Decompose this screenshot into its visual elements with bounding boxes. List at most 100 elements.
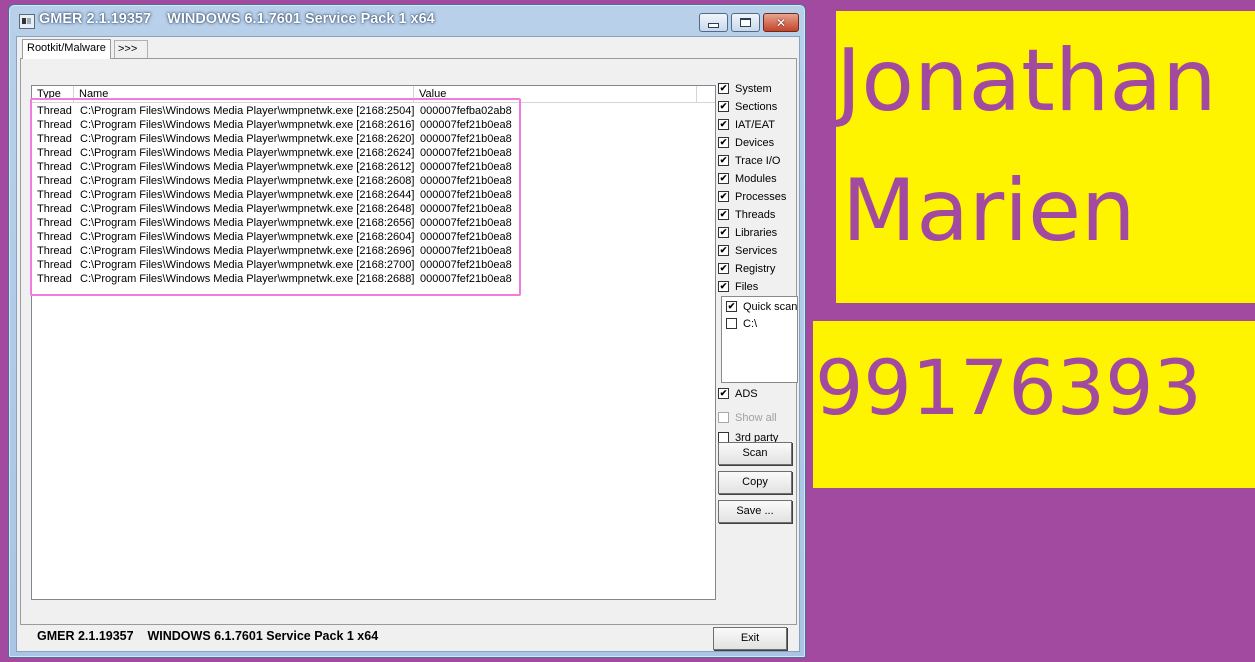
cell-name: C:\Program Files\Windows Media Player\wm… xyxy=(80,231,415,243)
checkbox[interactable]: ✔ xyxy=(726,300,737,312)
cell-value: 000007fef21b0ea8 xyxy=(420,273,512,285)
table-row[interactable]: Thread C:\Program Files\Windows Media Pla… xyxy=(32,160,715,174)
option-registry[interactable]: ✔ Registry xyxy=(718,261,775,277)
checkbox[interactable]: ✔ xyxy=(718,262,729,274)
column-name[interactable]: Name xyxy=(74,86,414,102)
number-panel: 99176393 xyxy=(813,321,1255,488)
checkbox[interactable]: ✔ xyxy=(718,118,729,130)
cell-name: C:\Program Files\Windows Media Player\wm… xyxy=(80,161,415,173)
drive-label: C:\ xyxy=(743,318,758,330)
scan-button[interactable]: Scan xyxy=(718,442,792,465)
checkbox[interactable]: ✔ xyxy=(718,136,729,148)
option-services[interactable]: ✔ Services xyxy=(718,243,777,259)
option-label: Sections xyxy=(735,101,778,113)
drive-item-quick-scan[interactable]: ✔ Quick scan xyxy=(726,299,797,315)
cell-type: Thread xyxy=(37,273,72,285)
checkbox[interactable] xyxy=(726,317,737,329)
option-files[interactable]: ✔ Files xyxy=(718,279,758,295)
option-label: Devices xyxy=(735,137,775,149)
option-libraries[interactable]: ✔ Libraries xyxy=(718,225,777,241)
table-row[interactable]: Thread C:\Program Files\Windows Media Pla… xyxy=(32,230,715,244)
option-iat-eat[interactable]: ✔ IAT/EAT xyxy=(718,117,775,133)
table-row[interactable]: Thread C:\Program Files\Windows Media Pla… xyxy=(32,118,715,132)
cell-value: 000007fef21b0ea8 xyxy=(420,259,512,271)
title-bar[interactable]: GMER 2.1.19357 WINDOWS 6.1.7601 Service … xyxy=(9,5,805,35)
save-button[interactable]: Save ... xyxy=(718,500,792,523)
checkbox[interactable]: ✔ xyxy=(718,280,729,292)
checkbox[interactable] xyxy=(718,431,729,443)
exit-button[interactable]: Exit xyxy=(713,627,787,650)
table-row[interactable]: Thread C:\Program Files\Windows Media Pla… xyxy=(32,188,715,202)
option-label: Files xyxy=(735,281,759,293)
option-system[interactable]: ✔ System xyxy=(718,81,772,97)
list-header: Type Name Value xyxy=(32,86,715,103)
id-number: 99176393 xyxy=(815,343,1202,432)
table-row[interactable]: Thread C:\Program Files\Windows Media Pla… xyxy=(32,258,715,272)
cell-type: Thread xyxy=(37,161,72,173)
checkbox[interactable]: ✔ xyxy=(718,82,729,94)
maximize-icon xyxy=(740,18,751,27)
cell-type: Thread xyxy=(37,231,72,243)
minimize-button[interactable] xyxy=(699,13,728,32)
cell-name: C:\Program Files\Windows Media Player\wm… xyxy=(80,245,415,257)
checkbox[interactable]: ✔ xyxy=(718,226,729,238)
option-threads[interactable]: ✔ Threads xyxy=(718,207,775,223)
cell-value: 000007fef21b0ea8 xyxy=(420,161,512,173)
cell-name: C:\Program Files\Windows Media Player\wm… xyxy=(80,217,415,229)
close-button[interactable]: ✕ xyxy=(763,13,799,32)
checkbox[interactable]: ✔ xyxy=(718,154,729,166)
column-type[interactable]: Type xyxy=(32,86,74,102)
table-row[interactable]: Thread C:\Program Files\Windows Media Pla… xyxy=(32,202,715,216)
cell-name: C:\Program Files\Windows Media Player\wm… xyxy=(80,259,415,271)
checkbox xyxy=(718,411,729,423)
drive-list[interactable]: ✔ Quick scan C:\ xyxy=(721,296,798,383)
cell-value: 000007fef21b0ea8 xyxy=(420,203,512,215)
table-row[interactable]: Thread C:\Program Files\Windows Media Pla… xyxy=(32,272,715,286)
option-label: Registry xyxy=(735,263,776,275)
checkbox[interactable]: ✔ xyxy=(718,100,729,112)
option-sections[interactable]: ✔ Sections xyxy=(718,99,777,115)
list-rows: Thread C:\Program Files\Windows Media Pla… xyxy=(32,104,715,286)
cell-name: C:\Program Files\Windows Media Player\wm… xyxy=(80,119,415,131)
option-processes[interactable]: ✔ Processes xyxy=(718,189,786,205)
table-row[interactable]: Thread C:\Program Files\Windows Media Pla… xyxy=(32,104,715,118)
cell-value: 000007fefba02ab8 xyxy=(420,105,512,117)
option-label: Trace I/O xyxy=(735,155,781,167)
checkbox[interactable]: ✔ xyxy=(718,244,729,256)
drive-item-c[interactable]: C:\ xyxy=(726,316,757,332)
app-icon xyxy=(19,14,35,29)
option-devices[interactable]: ✔ Devices xyxy=(718,135,774,151)
cell-type: Thread xyxy=(37,119,72,131)
cell-value: 000007fef21b0ea8 xyxy=(420,189,512,201)
tab-more[interactable]: >>> xyxy=(114,40,149,58)
results-list[interactable]: Type Name Value Thread C:\Program Files\W… xyxy=(30,85,716,600)
checkbox[interactable]: ✔ xyxy=(718,190,729,202)
table-row[interactable]: Thread C:\Program Files\Windows Media Pla… xyxy=(32,216,715,230)
tab-rootkit-malware[interactable]: Rootkit/Malware xyxy=(22,39,111,59)
minimize-icon xyxy=(708,22,719,28)
maximize-button[interactable] xyxy=(731,13,760,32)
checkbox[interactable]: ✔ xyxy=(718,387,729,399)
status-text: GMER 2.1.19357 WINDOWS 6.1.7601 Service … xyxy=(37,629,379,643)
cell-value: 000007fef21b0ea8 xyxy=(420,147,512,159)
option-modules[interactable]: ✔ Modules xyxy=(718,171,777,187)
close-icon: ✕ xyxy=(775,15,787,30)
first-name: Jonathan xyxy=(836,31,1217,131)
column-value[interactable]: Value xyxy=(414,86,697,102)
option-label: Services xyxy=(735,245,778,257)
checkbox[interactable]: ✔ xyxy=(718,208,729,220)
cell-type: Thread xyxy=(37,259,72,271)
cell-type: Thread xyxy=(37,147,72,159)
cell-value: 000007fef21b0ea8 xyxy=(420,119,512,131)
checkbox[interactable]: ✔ xyxy=(718,172,729,184)
drive-label: Quick scan xyxy=(743,301,798,313)
option-ads[interactable]: ✔ ADS xyxy=(718,386,758,402)
table-row[interactable]: Thread C:\Program Files\Windows Media Pla… xyxy=(32,132,715,146)
gmer-window: GMER 2.1.19357 WINDOWS 6.1.7601 Service … xyxy=(8,4,806,658)
cell-name: C:\Program Files\Windows Media Player\wm… xyxy=(80,175,415,187)
table-row[interactable]: Thread C:\Program Files\Windows Media Pla… xyxy=(32,146,715,160)
table-row[interactable]: Thread C:\Program Files\Windows Media Pla… xyxy=(32,244,715,258)
table-row[interactable]: Thread C:\Program Files\Windows Media Pla… xyxy=(32,174,715,188)
option-trace-i-o[interactable]: ✔ Trace I/O xyxy=(718,153,780,169)
copy-button[interactable]: Copy xyxy=(718,471,792,494)
